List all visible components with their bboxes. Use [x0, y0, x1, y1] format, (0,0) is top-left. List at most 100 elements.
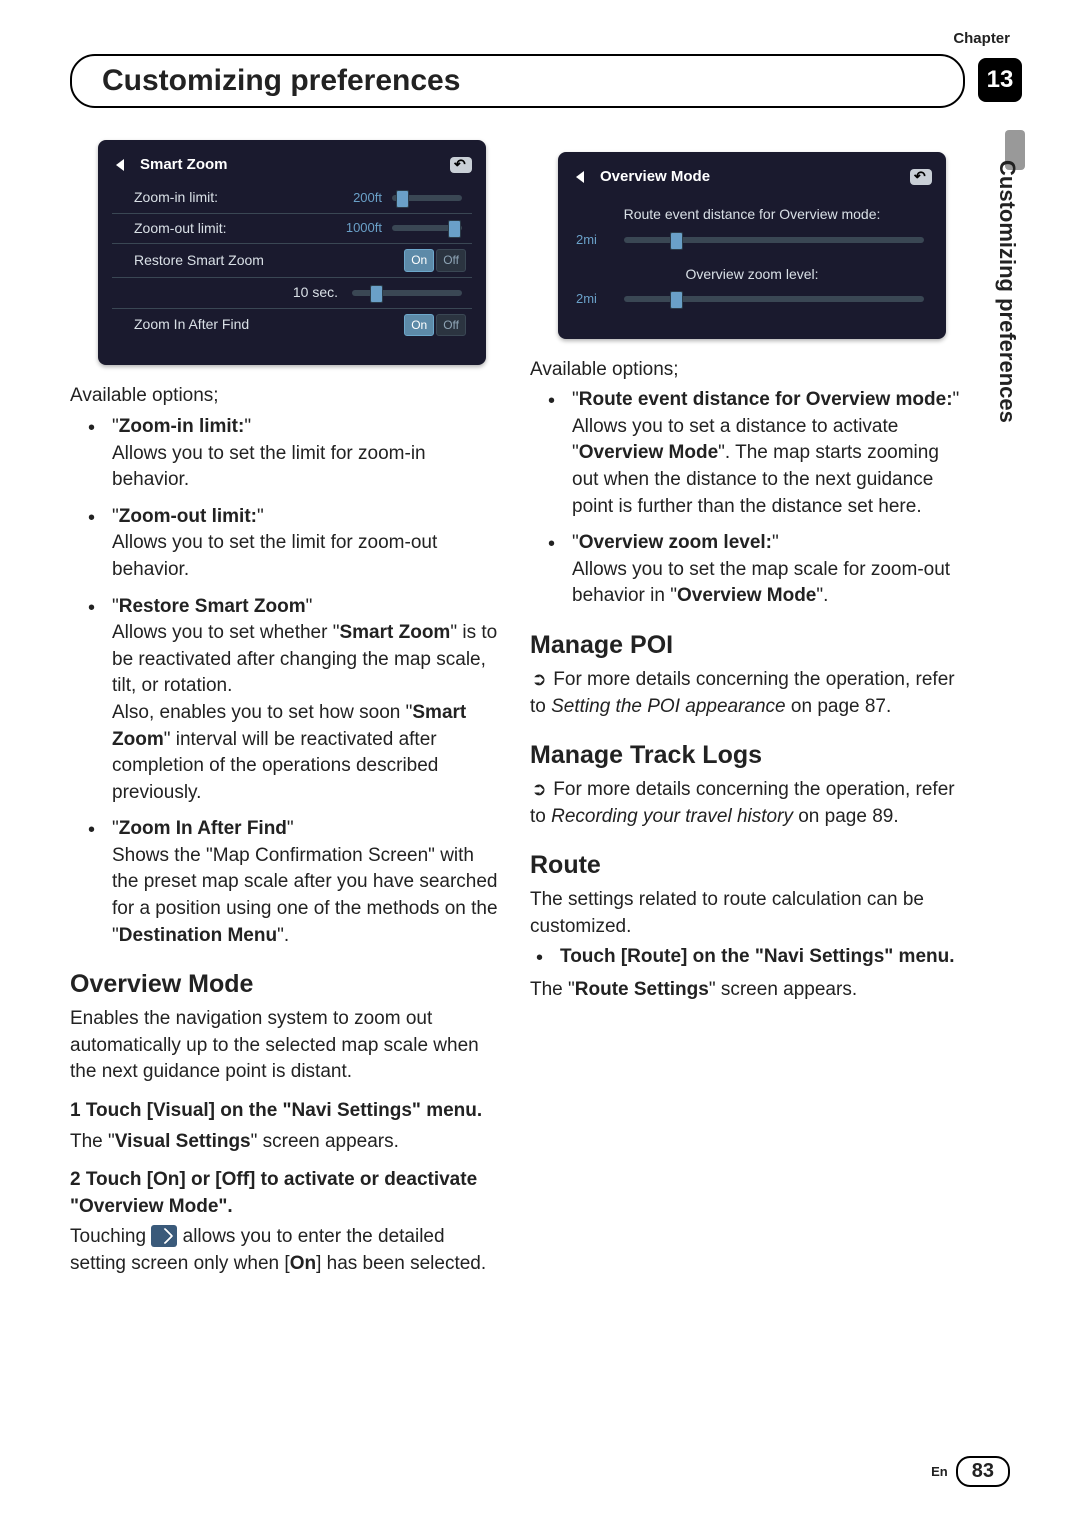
slider-thumb[interactable]: [396, 190, 409, 208]
return-icon[interactable]: [910, 169, 932, 185]
step-label: 2 Touch [On] or [Off] to activate or dea…: [70, 1169, 477, 1217]
toggle-off-button[interactable]: Off: [436, 314, 466, 337]
slider-value: 2mi: [576, 290, 612, 308]
wrench-icon: [151, 1225, 177, 1247]
zoom-after-find-row: Zoom In After Find On Off: [112, 309, 472, 342]
list-item: Touch [Route] on the "Navi Settings" men…: [560, 944, 960, 971]
list-item: "Zoom-in limit:" Allows you to set the l…: [112, 414, 500, 494]
step-label: 1 Touch [Visual] on the "Navi Settings" …: [70, 1100, 482, 1121]
bold-term: Destination Menu: [119, 925, 277, 946]
step-2-body: Touching allows you to enter the detaile…: [70, 1224, 500, 1277]
toggle-off-button[interactable]: Off: [436, 249, 466, 272]
bold-term: Overview Mode: [677, 585, 816, 606]
row-value: 1000ft: [346, 219, 382, 237]
overview-intro: Enables the navigation system to zoom ou…: [70, 1006, 500, 1086]
available-options-label: Available options;: [530, 357, 960, 384]
available-options-label: Available options;: [70, 383, 500, 410]
page-footer: En 83: [931, 1456, 1010, 1487]
zoom-out-slider[interactable]: [392, 225, 462, 231]
content-columns: Smart Zoom Zoom-in limit: 200ft Zoom-out…: [70, 140, 960, 1282]
screenshot-header: Overview Mode: [572, 164, 932, 195]
option-title: Zoom-in limit:: [119, 416, 245, 437]
zoom-out-limit-row: Zoom-out limit: 1000ft: [112, 214, 472, 245]
restore-time-slider[interactable]: [352, 290, 462, 296]
zoom-level-slider-row: 2mi: [572, 286, 932, 314]
return-icon[interactable]: [450, 157, 472, 173]
route-step-list: Touch [Route] on the "Navi Settings" men…: [530, 944, 960, 971]
italic-ref: Recording your travel history: [551, 806, 793, 827]
route-event-slider[interactable]: [624, 237, 924, 243]
option-title: Overview zoom level:: [579, 532, 772, 553]
body-part: on page 89.: [793, 806, 899, 827]
right-column: Overview Mode Route event distance for O…: [530, 140, 960, 1282]
step-2: 2 Touch [On] or [Off] to activate or dea…: [70, 1167, 500, 1220]
row-label: Restore Smart Zoom: [118, 251, 384, 271]
screenshot-title: Smart Zoom: [140, 154, 228, 175]
options-list: "Route event distance for Overview mode:…: [530, 387, 960, 610]
manage-track-logs-body: For more details concerning the operatio…: [530, 777, 960, 830]
row-value: 10 sec.: [118, 283, 342, 303]
footer-language: En: [931, 1464, 948, 1479]
manage-poi-body: For more details concerning the operatio…: [530, 667, 960, 720]
overview-mode-heading: Overview Mode: [70, 967, 500, 1002]
chapter-number-badge: 13: [978, 58, 1022, 102]
zoom-in-slider[interactable]: [392, 195, 462, 201]
list-item: "Restore Smart Zoom" Allows you to set w…: [112, 594, 500, 807]
header-title-tab: Customizing preferences: [70, 54, 965, 108]
restore-toggle: On Off: [390, 249, 466, 272]
option-title: Restore Smart Zoom: [119, 596, 306, 617]
body-part: " screen appears.: [709, 979, 857, 1000]
options-list: "Zoom-in limit:" Allows you to set the l…: [70, 414, 500, 949]
bold-term: On: [290, 1253, 316, 1274]
left-column: Smart Zoom Zoom-in limit: 200ft Zoom-out…: [70, 140, 500, 1282]
step-label: Touch [Route] on the "Navi Settings" men…: [560, 946, 955, 967]
option-body-part: Allows you to set whether ": [112, 622, 339, 643]
body-part: " screen appears.: [251, 1131, 399, 1152]
zoom-level-slider[interactable]: [624, 296, 924, 302]
option-title: Zoom-out limit:: [119, 506, 257, 527]
list-item: "Zoom-out limit:" Allows you to set the …: [112, 504, 500, 584]
step-1-body: The "Visual Settings" screen appears.: [70, 1129, 500, 1156]
bold-term: Route Settings: [575, 979, 709, 1000]
body-part: The ": [70, 1131, 115, 1152]
route-heading: Route: [530, 848, 960, 883]
row-value: 200ft: [353, 189, 382, 207]
slider-value: 2mi: [576, 231, 612, 249]
body-part: Touching: [70, 1226, 151, 1247]
back-icon[interactable]: [572, 169, 594, 185]
restore-smart-zoom-row: Restore Smart Zoom On Off: [112, 244, 472, 278]
list-item: "Overview zoom level:" Allows you to set…: [572, 530, 960, 610]
toggle-on-button[interactable]: On: [404, 314, 434, 337]
reference-icon: [530, 777, 548, 804]
document-page: Chapter 13 Customizing preferences Custo…: [0, 0, 1080, 1529]
route-intro: The settings related to route calculatio…: [530, 887, 960, 940]
row-label: Zoom In After Find: [118, 315, 384, 335]
option-body-part: Also, enables you to set how soon ": [112, 702, 412, 723]
list-item: "Zoom In After Find" Shows the "Map Conf…: [112, 816, 500, 949]
toggle-on-button[interactable]: On: [404, 249, 434, 272]
slider-thumb[interactable]: [670, 232, 683, 250]
slider-thumb[interactable]: [448, 220, 461, 238]
italic-ref: Setting the POI appearance: [551, 696, 786, 717]
zoom-after-find-toggle: On Off: [390, 314, 466, 337]
footer-page-number: 83: [956, 1456, 1010, 1487]
option-body: Allows you to set the limit for zoom-in …: [112, 443, 426, 491]
restore-time-row: 10 sec.: [112, 278, 472, 309]
row-label: Zoom-out limit:: [118, 219, 340, 239]
zoom-level-label: Overview zoom level:: [572, 255, 932, 287]
slider-thumb[interactable]: [670, 291, 683, 309]
bold-term: Smart Zoom: [339, 622, 450, 643]
option-title: Zoom In After Find: [119, 818, 287, 839]
slider-thumb[interactable]: [370, 285, 383, 303]
manage-track-logs-heading: Manage Track Logs: [530, 738, 960, 773]
bold-term: Overview Mode: [579, 442, 718, 463]
screenshot-header: Smart Zoom: [112, 152, 472, 183]
reference-icon: [530, 667, 548, 694]
route-step-body: The "Route Settings" screen appears.: [530, 977, 960, 1004]
overview-mode-screenshot: Overview Mode Route event distance for O…: [558, 152, 946, 339]
screenshot-title: Overview Mode: [600, 166, 710, 187]
back-icon[interactable]: [112, 157, 134, 173]
body-part: The ": [530, 979, 575, 1000]
option-title: Route event distance for Overview mode:: [579, 389, 953, 410]
step-1: 1 Touch [Visual] on the "Navi Settings" …: [70, 1098, 500, 1125]
